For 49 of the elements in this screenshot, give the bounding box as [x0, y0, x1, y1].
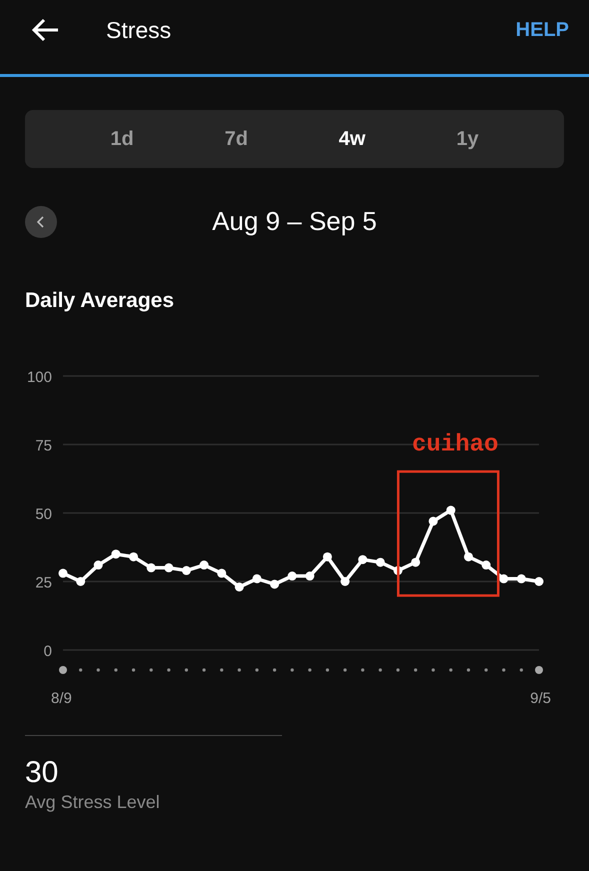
y-axis-label: 75: [35, 438, 52, 454]
data-point: [270, 580, 280, 589]
date-range: Aug 9 – Sep 5: [211, 206, 378, 237]
y-axis-label: 0: [44, 643, 52, 660]
x-axis-label: 8/9: [51, 690, 72, 707]
y-axis-label: 100: [26, 369, 52, 386]
data-point: [358, 555, 368, 564]
data-point: [288, 572, 297, 581]
annotation-label: cuihao: [412, 432, 498, 459]
data-point: [464, 552, 473, 562]
data-point: [164, 563, 174, 572]
stat-value: 30: [25, 756, 60, 790]
y-axis-label: 25: [35, 574, 52, 592]
data-point: [482, 560, 491, 570]
data-point: [129, 552, 138, 562]
data-point: [58, 568, 68, 578]
data-point: [393, 566, 402, 576]
data-point: [499, 574, 508, 584]
range-tab[interactable]: 4w: [326, 122, 378, 156]
screen-title: Stress: [106, 16, 172, 44]
chevron-left-icon: [37, 216, 45, 228]
data-point: [111, 550, 120, 559]
stat-label: Avg Stress Level: [25, 792, 161, 813]
y-axis-label: 50: [35, 506, 52, 523]
data-point: [376, 558, 385, 567]
back-button[interactable]: [30, 17, 60, 43]
range-tab[interactable]: 1y: [444, 122, 491, 156]
data-point: [305, 572, 314, 581]
data-point: [146, 563, 156, 572]
range-tab[interactable]: 1d: [98, 122, 146, 156]
help-link[interactable]: HELP: [516, 18, 569, 42]
data-point: [534, 577, 544, 586]
x-axis-label: 9/5: [530, 690, 551, 707]
data-point: [94, 560, 103, 570]
data-point: [340, 577, 350, 586]
range-tab[interactable]: 7d: [212, 122, 260, 156]
chart-title: Daily Averages: [24, 289, 176, 313]
data-point: [200, 560, 209, 570]
data-point: [76, 577, 86, 586]
data-point: [411, 558, 420, 567]
data-point: [217, 568, 226, 578]
data-point: [516, 574, 526, 584]
data-point: [322, 552, 332, 562]
data-point: [252, 574, 262, 584]
data-point: [182, 566, 191, 576]
data-point: [428, 516, 438, 526]
previous-period-button[interactable]: [25, 206, 57, 238]
data-point: [446, 506, 456, 515]
data-point: [234, 582, 244, 592]
